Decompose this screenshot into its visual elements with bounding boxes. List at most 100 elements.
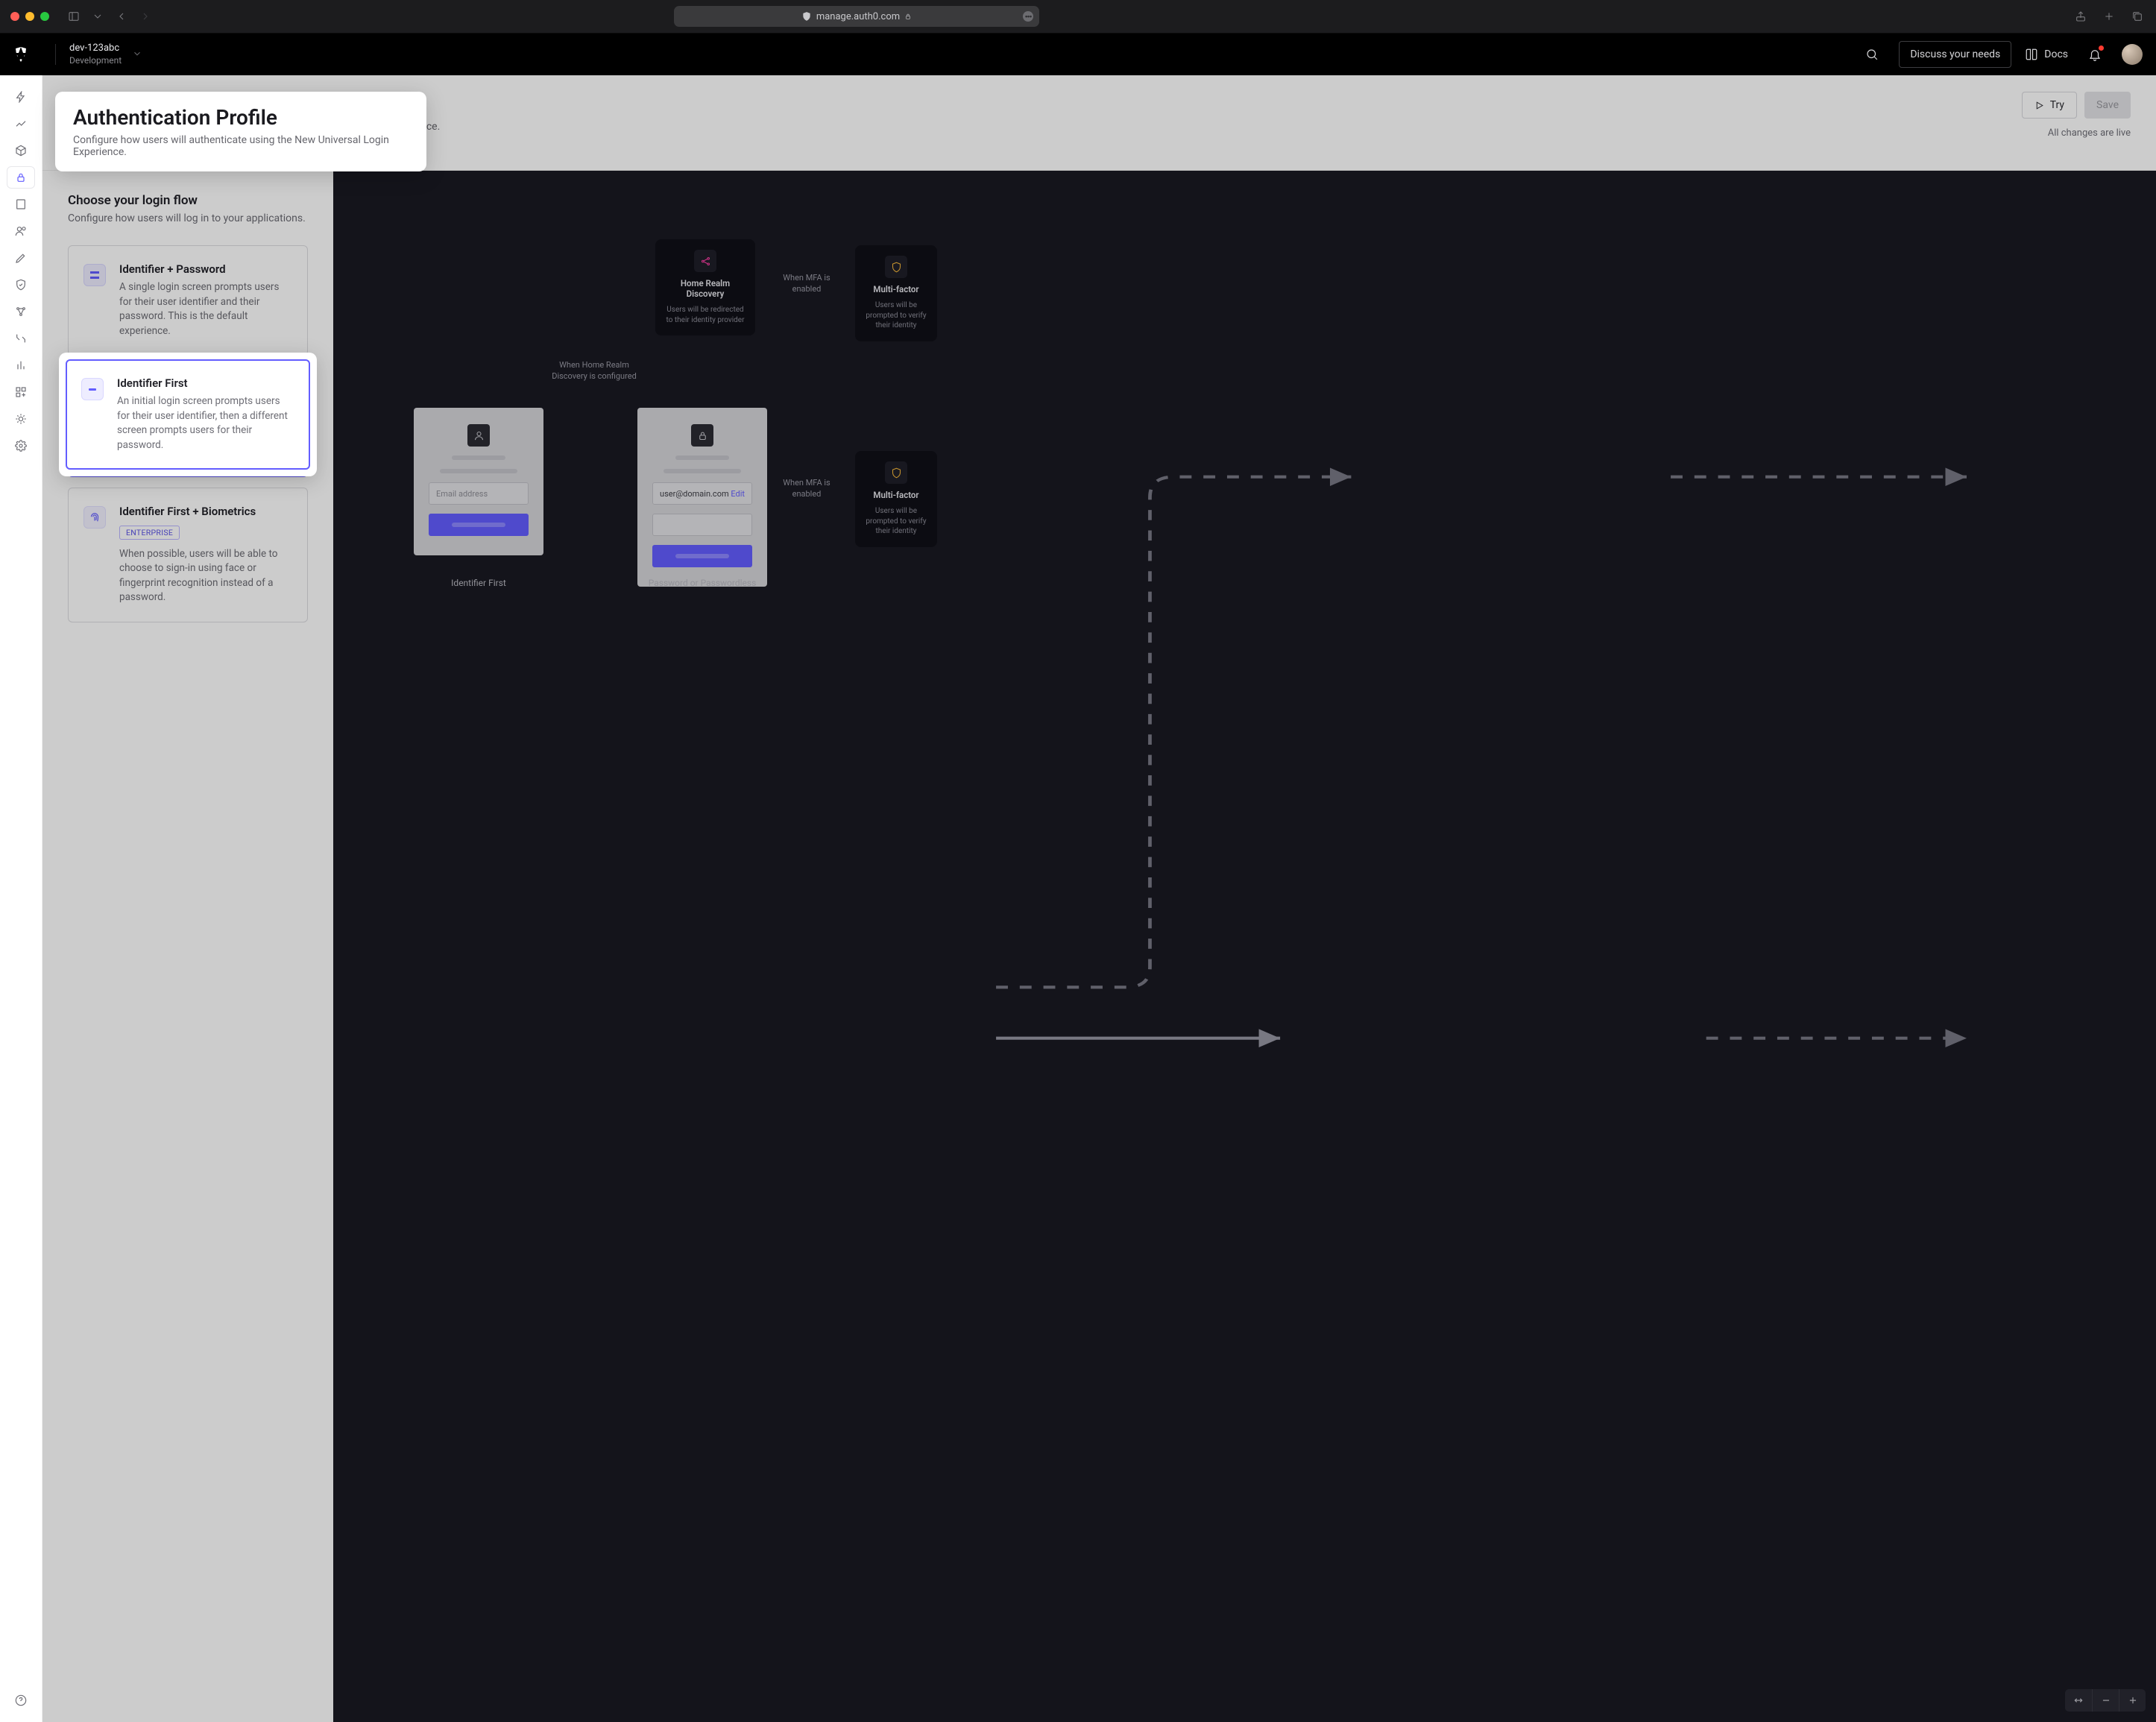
node-title: Multi-factor bbox=[873, 490, 918, 500]
diagram-mock-identifier-first: Email address bbox=[414, 408, 543, 555]
zoom-in-button[interactable] bbox=[2119, 1689, 2146, 1712]
email-display-mock: user@domain.com Edit bbox=[652, 482, 752, 505]
search-button[interactable] bbox=[1859, 41, 1885, 68]
nav-user-management-icon[interactable] bbox=[7, 220, 35, 242]
sidebar-toggle-icon[interactable] bbox=[66, 8, 82, 25]
nav-marketplace-icon[interactable] bbox=[7, 381, 35, 403]
placeholder-line bbox=[440, 469, 517, 473]
page-subtitle: Configure how users will authenticate us… bbox=[68, 121, 2007, 133]
fingerprint-icon bbox=[83, 506, 106, 529]
forward-button bbox=[137, 8, 154, 25]
diagram-node-hrd: Home Realm Discovery Users will be redir… bbox=[655, 239, 755, 335]
zoom-out-button[interactable] bbox=[2092, 1689, 2119, 1712]
flow-connectors bbox=[333, 171, 2156, 1722]
nav-extensions-icon[interactable] bbox=[7, 408, 35, 430]
continue-button-mock bbox=[429, 514, 529, 536]
option-desc: When possible, users will be able to cho… bbox=[119, 547, 292, 605]
enterprise-badge: ENTERPRISE bbox=[119, 526, 180, 540]
mock-label-password: Password or Passwordless bbox=[637, 578, 767, 588]
minimize-window-button[interactable] bbox=[25, 12, 34, 21]
node-title: Multi-factor bbox=[873, 284, 918, 294]
node-desc: Users will be prompted to verify their i… bbox=[864, 506, 928, 537]
option-title: Identifier First + Biometrics bbox=[119, 505, 292, 518]
option-identifier-biometrics[interactable]: Identifier First + Biometrics ENTERPRISE… bbox=[68, 488, 308, 622]
share-icon[interactable] bbox=[2073, 8, 2089, 25]
option-desc: A single login screen prompts users for … bbox=[119, 280, 292, 338]
user-icon bbox=[467, 424, 490, 447]
annotation-mfa-top: When MFA is enabled bbox=[773, 273, 840, 295]
chevron-down-icon bbox=[132, 48, 142, 62]
option-identifier-first[interactable]: Identifier First An initial login screen… bbox=[68, 366, 308, 476]
placeholder-line bbox=[663, 469, 741, 473]
back-button[interactable] bbox=[113, 8, 130, 25]
nav-getting-started-icon[interactable] bbox=[7, 86, 35, 108]
diagram-node-mfa-bottom: Multi-factor Users will be prompted to v… bbox=[855, 451, 937, 547]
placeholder-line bbox=[675, 455, 729, 460]
docs-link[interactable]: Docs bbox=[2025, 41, 2068, 68]
address-bar[interactable]: manage.auth0.com ••• bbox=[674, 6, 1039, 27]
new-tab-button[interactable] bbox=[2101, 8, 2117, 25]
continue-button-mock bbox=[652, 545, 752, 567]
flow-canvas[interactable]: When Home Realm Discovery is configured … bbox=[333, 171, 2156, 1722]
lock-icon bbox=[904, 13, 912, 20]
nav-branding-icon[interactable] bbox=[7, 247, 35, 269]
node-desc: Users will be prompted to verify their i… bbox=[864, 300, 928, 331]
lock-icon bbox=[691, 424, 713, 447]
edit-link-mock: Edit bbox=[731, 489, 745, 499]
nav-monitoring-icon[interactable] bbox=[7, 354, 35, 376]
option-desc: An initial login screen prompts users fo… bbox=[119, 401, 292, 459]
page-header: Authentication Profile Configure how use… bbox=[42, 75, 2156, 171]
fullscreen-window-button[interactable] bbox=[40, 12, 49, 21]
option-identifier-password[interactable]: Identifier + Password A single login scr… bbox=[68, 245, 308, 356]
nav-applications-icon[interactable] bbox=[7, 139, 35, 162]
tenant-switcher[interactable]: dev-123abc Development bbox=[69, 42, 142, 66]
nav-auth-pipeline-icon[interactable] bbox=[7, 327, 35, 350]
password-input-mock bbox=[652, 514, 752, 536]
separator bbox=[55, 44, 56, 65]
chevron-down-icon[interactable] bbox=[89, 8, 106, 25]
nav-actions-icon[interactable] bbox=[7, 300, 35, 323]
auth0-logo-icon[interactable] bbox=[0, 45, 42, 63]
annotation-hrd: When Home Realm Discovery is configured bbox=[549, 360, 639, 382]
mock-label-identifier-first: Identifier First bbox=[414, 578, 543, 588]
close-window-button[interactable] bbox=[10, 12, 19, 21]
identifier-password-icon bbox=[83, 264, 106, 286]
diagram-node-mfa-top: Multi-factor Users will be prompted to v… bbox=[855, 245, 937, 341]
save-button: Save bbox=[2084, 92, 2131, 119]
diagram-mock-password: user@domain.com Edit bbox=[637, 408, 767, 587]
browser-chrome: manage.auth0.com ••• bbox=[0, 0, 2156, 34]
node-title: Home Realm Discovery bbox=[664, 278, 746, 299]
play-icon bbox=[2034, 101, 2044, 110]
nav-organizations-icon[interactable] bbox=[7, 193, 35, 215]
shield-icon bbox=[885, 461, 907, 484]
try-button[interactable]: Try bbox=[2022, 92, 2077, 119]
page-title: Authentication Profile bbox=[68, 92, 2007, 116]
option-title: Identifier First bbox=[119, 383, 292, 397]
identifier-first-icon bbox=[83, 385, 106, 407]
url-text: manage.auth0.com bbox=[816, 11, 900, 22]
discuss-needs-button[interactable]: Discuss your needs bbox=[1899, 41, 2011, 68]
placeholder-line bbox=[452, 455, 505, 460]
share-icon bbox=[694, 250, 716, 272]
help-button[interactable] bbox=[7, 1689, 35, 1712]
nav-activity-icon[interactable] bbox=[7, 113, 35, 135]
node-desc: Users will be redirected to their identi… bbox=[664, 305, 746, 325]
notifications-button[interactable] bbox=[2081, 41, 2108, 68]
nav-rail bbox=[0, 75, 42, 1722]
page-actions-icon[interactable]: ••• bbox=[1023, 11, 1033, 22]
nav-security-icon[interactable] bbox=[7, 274, 35, 296]
notification-badge bbox=[2099, 45, 2104, 51]
section-subtitle: Configure how users will log in to your … bbox=[68, 212, 308, 224]
fit-width-button[interactable] bbox=[2065, 1689, 2092, 1712]
email-input-mock: Email address bbox=[429, 482, 529, 505]
shield-icon bbox=[885, 256, 907, 278]
login-flow-panel: Choose your login flow Configure how use… bbox=[42, 171, 333, 1722]
tab-overview-button[interactable] bbox=[2129, 8, 2146, 25]
canvas-zoom-controls bbox=[2065, 1689, 2146, 1712]
app-topbar: dev-123abc Development Discuss your need… bbox=[0, 34, 2156, 75]
user-avatar[interactable] bbox=[2122, 44, 2143, 65]
tenant-name: dev-123abc bbox=[69, 42, 122, 54]
book-icon bbox=[2025, 48, 2038, 61]
nav-authentication-icon[interactable] bbox=[7, 166, 35, 189]
nav-settings-icon[interactable] bbox=[7, 435, 35, 457]
